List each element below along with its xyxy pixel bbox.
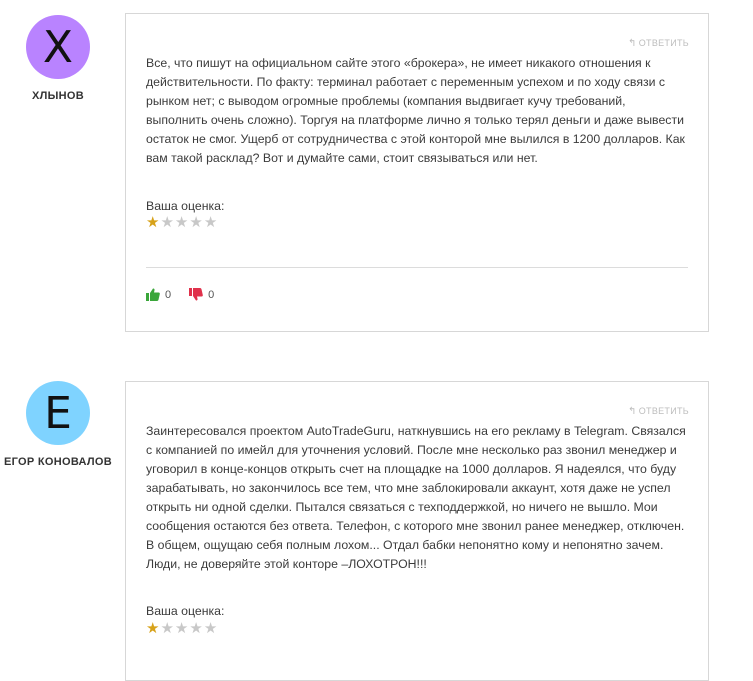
reply-button[interactable]: ↰ ОТВЕТИТЬ [628, 406, 689, 417]
star-empty-icon[interactable]: ★ [175, 621, 188, 636]
author-name: ЕГОР КОНОВАЛОВ [3, 456, 113, 468]
star-empty-icon[interactable]: ★ [189, 215, 202, 230]
thumbs-up-icon [146, 288, 160, 301]
reply-label: ОТВЕТИТЬ [638, 38, 689, 48]
like-button[interactable]: 0 [146, 288, 171, 301]
avatar: X [26, 15, 90, 79]
thumbs-down-icon [189, 288, 203, 301]
star-rating[interactable]: ★ ★ ★ ★ ★ [146, 621, 217, 636]
comment-author: X ХЛЫНОВ [0, 15, 116, 105]
avatar: E [26, 381, 90, 445]
comment-text: Все, что пишут на официальном сайте этог… [146, 56, 685, 165]
avatar-letter: E [44, 387, 72, 439]
comment-card: ↰ ОТВЕТИТЬ Заинтересовался проектом AutoT… [125, 381, 709, 681]
star-empty-icon[interactable]: ★ [189, 621, 202, 636]
comment-card: ↰ ОТВЕТИТЬ Все, что пишут на официальном … [125, 13, 709, 332]
star-empty-icon[interactable]: ★ [204, 215, 217, 230]
star-empty-icon[interactable]: ★ [204, 621, 217, 636]
star-filled-icon[interactable]: ★ [146, 215, 159, 230]
rating-label: Ваша оценка: [146, 199, 225, 213]
comment-author: E ЕГОР КОНОВАЛОВ [0, 381, 116, 471]
avatar-letter: X [42, 21, 74, 73]
star-empty-icon[interactable]: ★ [175, 215, 188, 230]
reply-label: ОТВЕТИТЬ [638, 406, 689, 416]
like-count: 0 [165, 288, 172, 301]
star-empty-icon[interactable]: ★ [160, 215, 173, 230]
comment-text: Заинтересовался проектом AutoTradeGuru, … [146, 424, 686, 571]
divider [146, 267, 688, 268]
star-empty-icon[interactable]: ★ [160, 621, 173, 636]
dislike-count: 0 [208, 288, 215, 301]
star-filled-icon[interactable]: ★ [146, 621, 159, 636]
rating-label: Ваша оценка: [146, 604, 225, 618]
author-name: ХЛЫНОВ [31, 90, 85, 102]
vote-bar: 0 0 [146, 288, 214, 301]
dislike-button[interactable]: 0 [189, 288, 214, 301]
star-rating[interactable]: ★ ★ ★ ★ ★ [146, 215, 217, 230]
reply-icon: ↰ [628, 406, 637, 417]
reply-button[interactable]: ↰ ОТВЕТИТЬ [628, 38, 689, 49]
reply-icon: ↰ [628, 38, 637, 49]
